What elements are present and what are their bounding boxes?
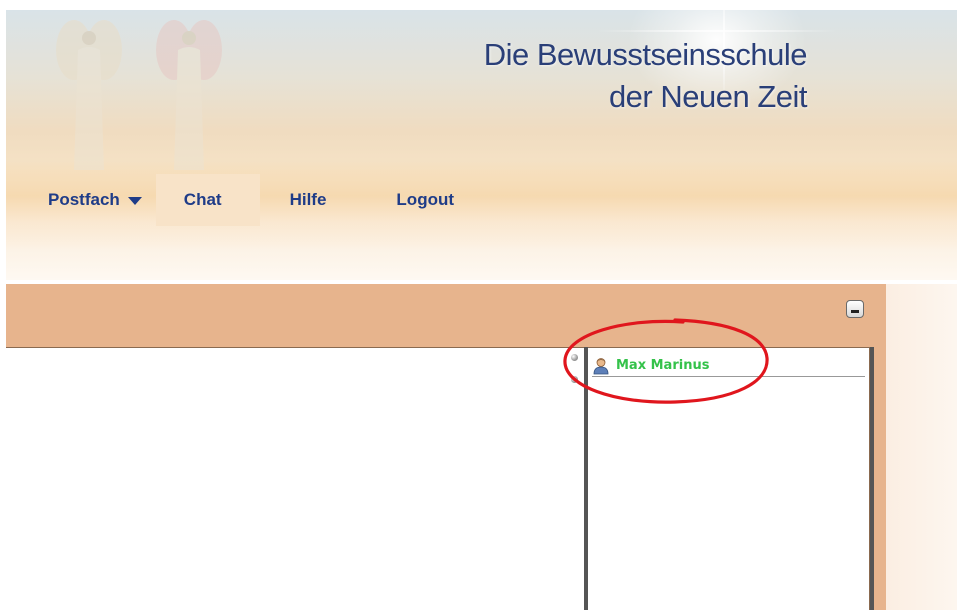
site-title: Die Bewusstseinsschule der Neuen Zeit (483, 34, 808, 118)
nav-item-label: Hilfe (289, 190, 327, 209)
minimize-button[interactable] (846, 300, 864, 318)
light-ray (597, 30, 837, 32)
angel-figure-right (156, 20, 222, 170)
nav-item-label: Chat (183, 190, 222, 209)
site-title-line1: Die Bewusstseinsschule (483, 37, 808, 72)
main-nav: Postfach Chat Hilfe Logout (6, 174, 494, 226)
user-list-item[interactable]: Max Marinus (592, 355, 865, 377)
user-icon (593, 357, 609, 374)
user-list-border (870, 347, 874, 610)
chat-messages-area[interactable] (6, 347, 584, 610)
site-title-line2: der Neuen Zeit (608, 79, 808, 114)
page: Die Bewusstseinsschule der Neuen Zeit Po… (0, 0, 957, 610)
nav-item-postfach[interactable]: Postfach (6, 174, 156, 226)
nav-item-hilfe[interactable]: Hilfe (260, 174, 369, 226)
grip-dot (571, 354, 578, 361)
nav-item-label: Logout (396, 190, 455, 209)
user-name: Max Marinus (616, 358, 710, 373)
splitter-handle[interactable] (571, 354, 581, 384)
nav-item-chat[interactable]: Chat (155, 174, 260, 226)
page-side-background (886, 284, 957, 610)
user-list (588, 347, 870, 610)
angel-figure-left (56, 20, 122, 170)
grip-dot (571, 376, 578, 383)
header-banner: Die Bewusstseinsschule der Neuen Zeit (6, 10, 957, 280)
chevron-down-icon (127, 197, 142, 205)
nav-item-logout[interactable]: Logout (368, 174, 494, 226)
nav-item-label: Postfach (48, 190, 120, 209)
